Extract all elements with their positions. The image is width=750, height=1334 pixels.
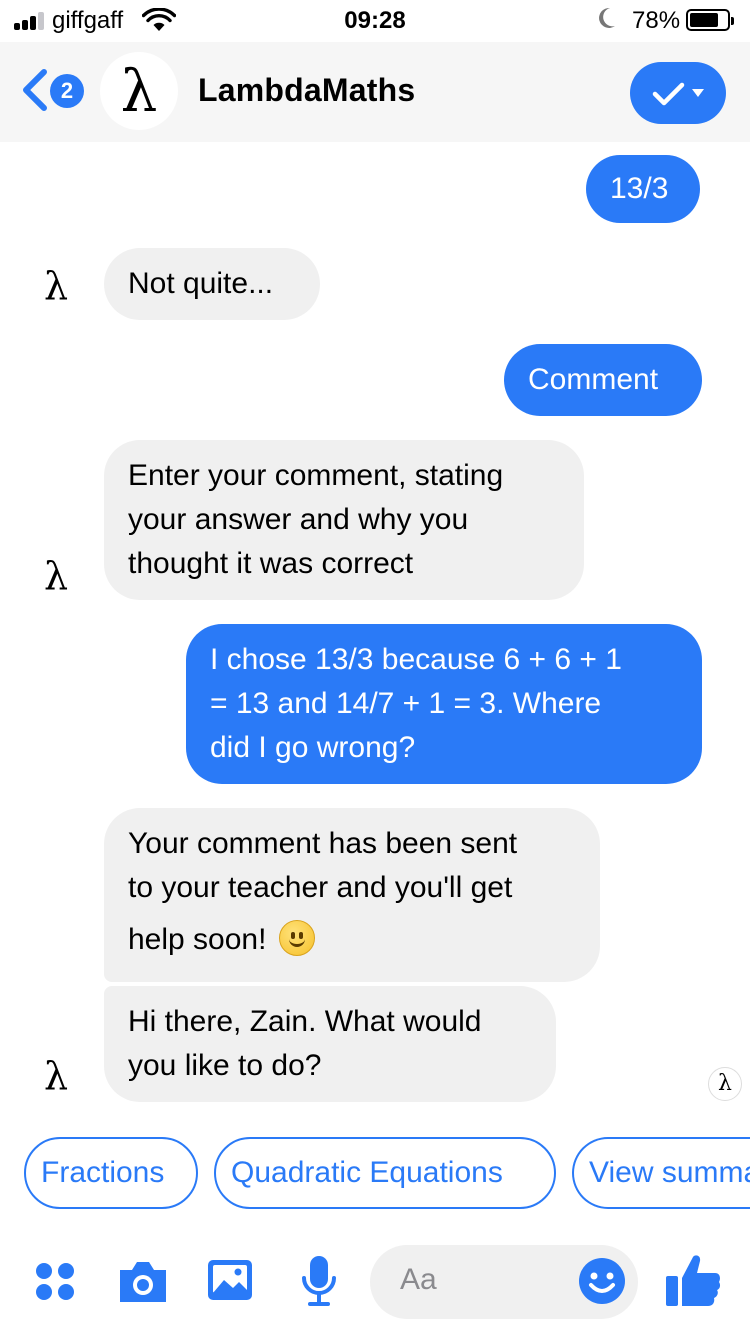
message-bubble-incoming[interactable]: Hi there, Zain. What would you like to d… xyxy=(104,986,556,1102)
quick-reply-quadratic-equations[interactable]: Quadratic Equations xyxy=(214,1137,556,1209)
message-text: did I go wrong? xyxy=(210,731,416,764)
bot-avatar-small: λ xyxy=(43,554,69,598)
message-text: help soon! xyxy=(128,923,267,956)
quick-reply-fractions[interactable]: Fractions xyxy=(24,1137,198,1209)
thumbs-up-icon[interactable] xyxy=(664,1252,722,1308)
page-title[interactable]: LambdaMaths xyxy=(198,72,415,109)
message-text: Not quite... xyxy=(128,267,274,300)
back-chevron-icon[interactable] xyxy=(18,68,50,112)
message-text: to your teacher and you'll get xyxy=(128,871,513,904)
image-icon[interactable] xyxy=(206,1256,254,1304)
battery-percent: 78% xyxy=(632,7,681,34)
message-text: I chose 13/3 because 6 + 6 + 1 xyxy=(210,643,622,676)
message-bubble-outgoing[interactable]: Comment xyxy=(504,344,702,416)
camera-icon[interactable] xyxy=(116,1258,170,1304)
quick-reply-view-summary[interactable]: View summary xyxy=(572,1137,750,1209)
message-input[interactable]: Aa xyxy=(370,1245,638,1319)
apps-icon[interactable] xyxy=(34,1258,76,1304)
message-bubble-incoming[interactable]: Not quite... xyxy=(104,248,320,320)
status-bar: giffgaff 09:28 78% xyxy=(0,0,750,42)
battery-icon xyxy=(686,9,734,31)
message-text: = 13 and 14/7 + 1 = 3. Where xyxy=(210,687,602,720)
microphone-icon[interactable] xyxy=(300,1254,338,1308)
message-input-placeholder: Aa xyxy=(400,1263,437,1296)
message-bubble-outgoing[interactable]: I chose 13/3 because 6 + 6 + 1 = 13 and … xyxy=(186,624,702,784)
message-bubble-outgoing[interactable]: 13/3 xyxy=(586,155,700,223)
slightly-smiling-face-icon xyxy=(278,920,315,956)
message-text: thought it was correct xyxy=(128,547,414,580)
bot-avatar-small: λ xyxy=(43,264,69,308)
message-text: you like to do? xyxy=(128,1049,322,1082)
message-text: Enter your comment, stating xyxy=(128,459,504,492)
emoji-icon[interactable] xyxy=(578,1257,626,1305)
read-receipt-avatar: λ xyxy=(708,1067,742,1101)
unread-count-badge[interactable]: 2 xyxy=(50,74,84,108)
bot-avatar-small: λ xyxy=(43,1054,69,1098)
bot-avatar[interactable]: λ xyxy=(100,52,178,130)
options-dropdown-button[interactable] xyxy=(630,62,726,124)
message-text: Your comment has been sent xyxy=(128,827,518,860)
chevron-down-icon xyxy=(692,89,704,97)
message-text: Hi there, Zain. What would xyxy=(128,1005,482,1038)
message-bubble-incoming[interactable]: Enter your comment, stating your answer … xyxy=(104,440,584,600)
message-text: your answer and why you xyxy=(128,503,469,536)
message-text: 13/3 xyxy=(610,172,669,205)
message-text: Comment xyxy=(528,363,659,396)
checkmark-icon xyxy=(652,82,685,106)
do-not-disturb-moon-icon xyxy=(599,7,615,28)
conversation-header: 2 λ LambdaMaths xyxy=(0,42,750,142)
message-bubble-incoming[interactable]: Your comment has been sent to your teach… xyxy=(104,808,600,982)
